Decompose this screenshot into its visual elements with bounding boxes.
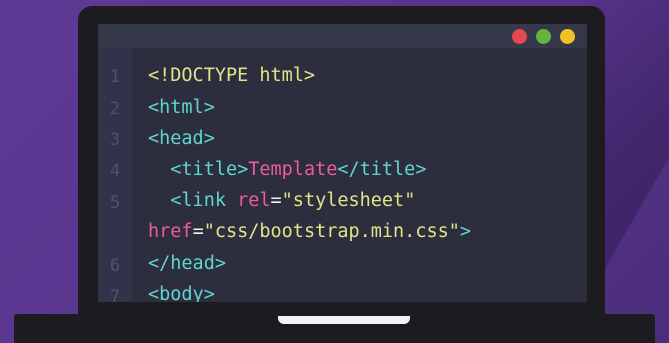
line-number-gutter: 1 2 3 4 5 6 7	[98, 48, 132, 302]
line-number: 3	[109, 130, 121, 150]
window-titlebar	[98, 24, 587, 48]
code-line: <title>Template</title>	[148, 159, 427, 180]
line-number: 1	[109, 67, 121, 87]
code-editor-window: 1 2 3 4 5 6 7 <!DOCTYPE html> <html> <he…	[98, 24, 587, 302]
line-number: 7	[109, 287, 121, 302]
laptop-notch	[278, 316, 410, 324]
code-line: href="css/bootstrap.min.css">	[148, 221, 472, 242]
line-number: 6	[109, 256, 121, 276]
code-line: </head>	[148, 253, 226, 274]
code-line: <link rel="stylesheet"	[148, 190, 416, 211]
code-line: <head>	[148, 128, 215, 149]
line-number: 4	[109, 161, 121, 181]
maximize-window-icon[interactable]	[536, 29, 551, 44]
line-number: 2	[109, 99, 121, 119]
code-line: <html>	[148, 97, 215, 118]
minimize-window-icon[interactable]	[560, 29, 575, 44]
line-number: 5	[109, 193, 121, 213]
code-line: <!DOCTYPE html>	[148, 65, 316, 86]
close-window-icon[interactable]	[512, 29, 527, 44]
code-line: <body>	[148, 284, 215, 302]
